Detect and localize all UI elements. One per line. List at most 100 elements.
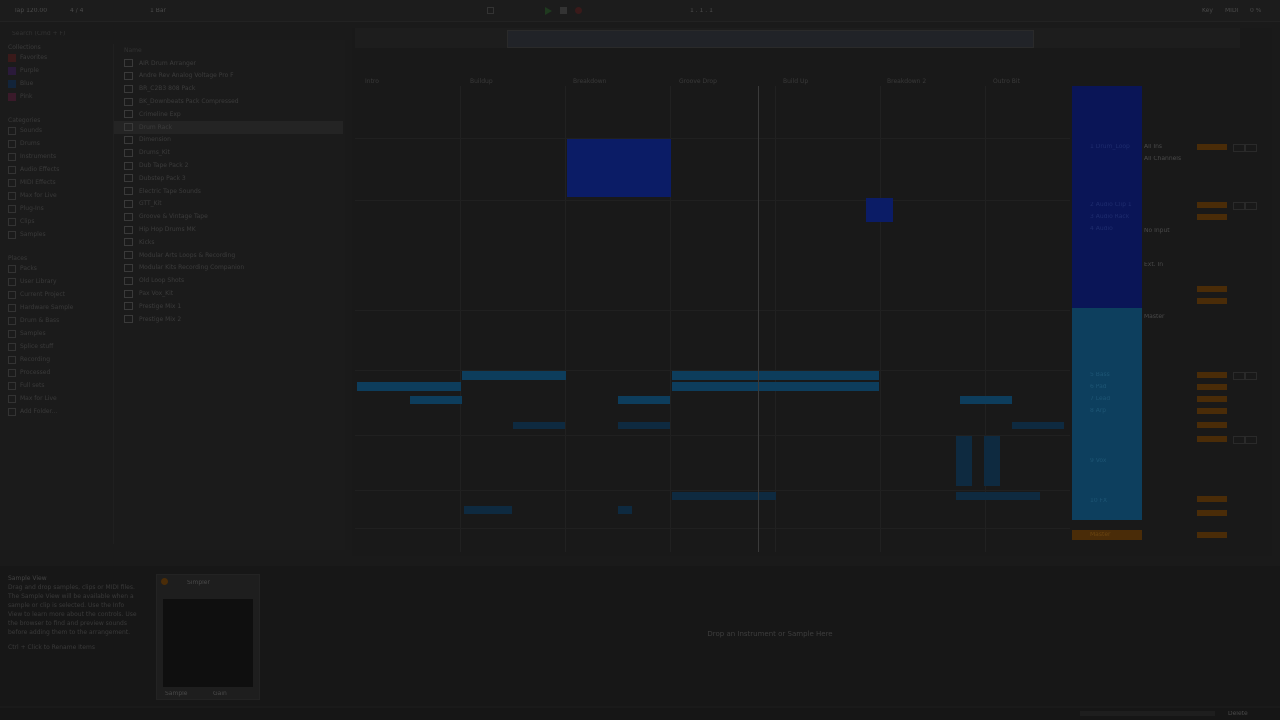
locator-label[interactable]: Buildup	[470, 78, 493, 85]
drop-area-hint[interactable]: Drop an Instrument or Sample Here	[600, 630, 940, 638]
category-item[interactable]: Clips	[8, 215, 108, 228]
key-map-button[interactable]: Key	[1202, 8, 1213, 14]
locator-label[interactable]: Outro Bit	[993, 78, 1020, 85]
category-item[interactable]: Plug-Ins	[8, 202, 108, 215]
place-item[interactable]: Processed	[8, 366, 108, 379]
track-name[interactable]: 4 Audio	[1090, 226, 1113, 232]
track-name[interactable]: 5 Bass	[1090, 372, 1110, 378]
file-row[interactable]: Modular Arts Loops & Recording	[114, 249, 343, 262]
place-item[interactable]: Packs	[8, 262, 108, 275]
track-activator-button[interactable]	[1197, 286, 1227, 292]
arrangement-clip[interactable]	[960, 396, 1012, 404]
master-track-header[interactable]: Master	[1072, 530, 1142, 540]
category-item[interactable]: Max for Live	[8, 189, 108, 202]
arrangement-clip[interactable]	[618, 422, 670, 429]
category-item[interactable]: Sounds	[8, 124, 108, 137]
arrangement-clip[interactable]	[956, 436, 972, 486]
collection-item[interactable]: Favorites	[8, 51, 108, 64]
category-item[interactable]: Instruments	[8, 150, 108, 163]
collection-item[interactable]: Purple	[8, 64, 108, 77]
track-name[interactable]: 8 Arp	[1090, 408, 1106, 414]
sample-display[interactable]	[163, 599, 253, 687]
file-row[interactable]: GTT_Kit	[114, 198, 343, 211]
file-row[interactable]: Drum Rack	[114, 120, 343, 134]
category-item[interactable]: Drums	[8, 137, 108, 150]
place-item[interactable]: User Library	[8, 275, 108, 288]
tempo-display[interactable]: Tap 120.00	[14, 8, 47, 14]
arrangement-clip[interactable]	[672, 371, 879, 380]
track-activator-button[interactable]	[1197, 298, 1227, 304]
track-activator-button[interactable]	[1197, 144, 1227, 150]
name-column-header[interactable]: Name	[114, 44, 343, 57]
midi-map-button[interactable]: MIDI	[1225, 8, 1238, 14]
place-item[interactable]: Drum & Bass	[8, 314, 108, 327]
playhead[interactable]	[758, 86, 759, 552]
arrangement-overview[interactable]	[355, 28, 1240, 48]
arm-button[interactable]	[1245, 202, 1257, 210]
arrangement-clip[interactable]	[618, 506, 632, 514]
arm-button[interactable]	[1245, 436, 1257, 444]
track-activator-button[interactable]	[1197, 214, 1227, 220]
play-icon[interactable]	[545, 7, 552, 15]
file-row[interactable]: Andre Rev Analog Voltage Pro F	[114, 70, 343, 83]
track-activator-button[interactable]	[1197, 372, 1227, 378]
solo-button[interactable]	[1233, 144, 1245, 152]
stop-icon[interactable]	[560, 7, 567, 14]
category-item[interactable]: MIDI Effects	[8, 176, 108, 189]
track-name[interactable]: 7 Lead	[1090, 396, 1110, 402]
solo-button[interactable]	[1233, 202, 1245, 210]
place-item[interactable]: Recording	[8, 353, 108, 366]
track-name[interactable]: 3 Audio Rack	[1090, 214, 1129, 220]
arrangement-position-icon[interactable]	[487, 7, 494, 14]
file-row[interactable]: Groove & Vintage Tape	[114, 210, 343, 223]
quantize-menu[interactable]: 1 Bar	[150, 8, 166, 14]
device-power-icon[interactable]	[161, 578, 168, 585]
track-activator-button[interactable]	[1197, 510, 1227, 516]
file-row[interactable]: Drums_Kit	[114, 146, 343, 159]
input-type-select[interactable]: No Input	[1144, 228, 1170, 234]
track-activator-button[interactable]	[1197, 532, 1227, 538]
arrangement-clip[interactable]	[410, 396, 462, 404]
file-row[interactable]: Dubstep Pack 3	[114, 172, 343, 185]
file-row[interactable]: BK_Downbeats Pack Compressed	[114, 95, 343, 108]
place-item[interactable]: Hardware Sample	[8, 301, 108, 314]
place-item[interactable]: Full sets	[8, 379, 108, 392]
input-channel-select[interactable]: Ext. In	[1144, 262, 1163, 268]
file-row[interactable]: Hip Hop Drums MK	[114, 223, 343, 236]
place-item[interactable]: Samples	[8, 327, 108, 340]
track-header[interactable]: 1 Drum_Loop 2 Audio Clip 1 3 Audio Rack …	[1072, 86, 1142, 308]
arrangement-clip[interactable]	[1012, 422, 1064, 429]
file-row[interactable]: Prestige Mix 2	[114, 313, 343, 326]
solo-button[interactable]	[1233, 372, 1245, 380]
file-row[interactable]: Modular Kits Recording Companion	[114, 262, 343, 275]
track-name[interactable]: 2 Audio Clip 1	[1090, 202, 1132, 208]
collection-item[interactable]: Pink	[8, 90, 108, 103]
arrangement-clip[interactable]	[567, 139, 671, 197]
arm-button[interactable]	[1245, 144, 1257, 152]
simpler-device[interactable]: Simpler Sample Gain	[156, 574, 260, 700]
solo-button[interactable]	[1233, 436, 1245, 444]
place-item[interactable]: Max for Live	[8, 392, 108, 405]
track-activator-button[interactable]	[1197, 396, 1227, 402]
file-row[interactable]: Crimeline Exp	[114, 108, 343, 121]
file-row[interactable]: Electric Tape Sounds	[114, 185, 343, 198]
device-title[interactable]: Simpler	[187, 580, 210, 586]
track-name[interactable]: 6 Pad	[1090, 384, 1107, 390]
position-display[interactable]: 1 . 1 . 1	[690, 8, 713, 14]
track-name[interactable]: 1 Drum_Loop	[1090, 144, 1130, 150]
arrangement-clip[interactable]	[866, 198, 893, 222]
arrangement-clip[interactable]	[672, 492, 776, 500]
arrangement-clip[interactable]	[464, 506, 512, 514]
input-channel-select[interactable]: All Channels	[1144, 156, 1181, 162]
file-row[interactable]: Kicks	[114, 236, 343, 249]
output-select[interactable]: Master	[1144, 314, 1165, 320]
track-name[interactable]: Master	[1090, 532, 1111, 538]
file-row[interactable]: Prestige Mix 1	[114, 300, 343, 313]
track-activator-button[interactable]	[1197, 202, 1227, 208]
place-item[interactable]: Splice stuff	[8, 340, 108, 353]
category-item[interactable]: Samples	[8, 228, 108, 241]
track-name[interactable]: 10 FX	[1090, 498, 1107, 504]
arrangement-clip[interactable]	[618, 396, 670, 404]
track-activator-button[interactable]	[1197, 496, 1227, 502]
locator-label[interactable]: Breakdown 2	[887, 78, 926, 85]
